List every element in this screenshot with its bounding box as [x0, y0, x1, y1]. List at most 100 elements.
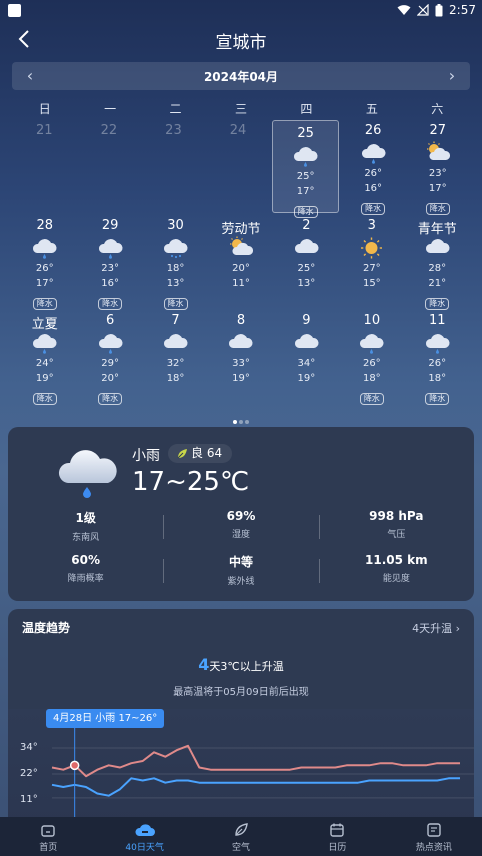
rain-icon	[294, 147, 318, 167]
partly-cloudy-icon	[427, 141, 451, 160]
precipitation-tag: 降水	[425, 393, 450, 405]
stat-value: 中等	[228, 555, 253, 569]
nav-home[interactable]: 首页	[0, 817, 96, 856]
day-label: 30	[167, 218, 184, 233]
stat-value: 1级	[75, 511, 96, 525]
day-high-temp: 29°	[101, 358, 119, 369]
leaf-icon	[177, 448, 187, 458]
month-label: 2024年04月	[203, 70, 279, 84]
calendar-day[interactable]: 6 29° 20° 降水	[77, 308, 142, 405]
calendar-day[interactable]: 11 26° 18° 降水	[405, 308, 470, 405]
trend-more-link[interactable]: 4天升温 ›	[412, 620, 460, 636]
nav-air[interactable]: 空气	[193, 817, 289, 856]
stat-label: 降雨概率	[67, 574, 104, 584]
day-high-temp: 27°	[362, 263, 381, 274]
day-label: 2	[302, 218, 311, 233]
day-label: 青年节	[417, 222, 457, 237]
day-low-temp: 16°	[364, 183, 383, 194]
day-low-temp: 11°	[232, 278, 250, 289]
calendar-day[interactable]: 10 26° 18° 降水	[339, 308, 404, 405]
page-dot	[245, 420, 249, 424]
day-high-temp: 34°	[297, 358, 316, 369]
bottom-nav: 首页 40日天气 空气 日历 热点资讯	[0, 817, 482, 856]
aqi-badge[interactable]: 良 64	[168, 444, 233, 463]
stat-rain-probability: 60% 降雨概率	[8, 553, 163, 597]
day-label: 22	[100, 123, 118, 138]
weekday-label: 一	[104, 102, 117, 116]
summary-text: 天3℃以上升温	[209, 660, 284, 673]
day-low-temp: 13°	[166, 278, 185, 289]
day-high-temp: 26°	[364, 168, 383, 179]
day-high-temp: 20°	[232, 263, 250, 274]
stat-value: 69%	[226, 509, 256, 523]
condition-text: 小雨	[132, 448, 160, 464]
page-dot	[239, 420, 243, 424]
day-high-temp: 25°	[297, 263, 316, 274]
calendar-day[interactable]: 29 23° 16° 降水	[77, 213, 142, 310]
cloudy-icon	[425, 239, 450, 253]
calendar-day[interactable]: 8 33° 19°	[208, 308, 273, 403]
day-low-temp: 19°	[35, 373, 54, 384]
nav-40day[interactable]: 40日天气	[96, 817, 192, 856]
stat-label: 湿度	[231, 530, 250, 540]
status-bar: 2:57	[0, 0, 482, 22]
temp-range: 17~25℃	[132, 467, 250, 497]
day-label: 劳动节	[221, 222, 261, 237]
battery-icon	[435, 3, 443, 16]
page-title: 宣城市	[215, 33, 267, 53]
calendar-day[interactable]: 30 18° 13° 降水	[143, 213, 208, 310]
today-weather-card[interactable]: 小雨 良 64 17~25℃ 1级 东南风 69% 湿度 998 hPa 气压 …	[8, 427, 474, 601]
calendar-day[interactable]: 21	[12, 118, 77, 213]
day-label: 7	[171, 313, 180, 328]
stat-humidity: 69% 湿度	[163, 509, 318, 553]
heavy-rain-icon	[164, 239, 188, 259]
nav-label: 空气	[232, 843, 251, 853]
weekday-label: 六	[431, 102, 444, 116]
next-month-button[interactable]: ›	[442, 66, 462, 86]
calendar-day[interactable]: 劳动节 20° 11°	[208, 213, 273, 308]
calendar-day[interactable]: 2 25° 13°	[274, 213, 339, 308]
nav-calendar[interactable]: 日历	[289, 817, 385, 856]
stat-label: 紫外线	[227, 577, 255, 587]
calendar-day[interactable]: 28 26° 17° 降水	[12, 213, 77, 310]
calendar-day[interactable]: 26 26° 16° 降水	[341, 118, 406, 215]
partly-cloudy-icon	[230, 236, 254, 255]
weekday-header: 日 一 二 三 四 五 六	[12, 100, 470, 117]
day-label: 立夏	[31, 317, 58, 332]
calendar-day[interactable]: 22	[77, 118, 142, 213]
weekday-label: 五	[365, 102, 378, 116]
notification-icon	[8, 4, 21, 17]
rain-icon	[98, 334, 123, 354]
calendar-grid: 21 22 23 24 25 25° 17° 降水 26 26° 16° 降水 27 23° 17° 降水 28…	[12, 118, 470, 405]
day-low-temp: 18°	[166, 373, 185, 384]
low-temp-line	[51, 777, 460, 797]
calendar-day[interactable]: 青年节 28° 21° 降水	[405, 213, 470, 310]
cloudy-icon	[294, 239, 319, 253]
calendar-day[interactable]: 3 27° 15°	[339, 213, 404, 308]
weekday-label: 三	[234, 102, 247, 116]
cloud-icon	[135, 824, 155, 836]
calendar-day[interactable]: 7 32° 18°	[143, 308, 208, 403]
day-high-temp: 26°	[35, 263, 54, 274]
rain-icon	[33, 334, 57, 354]
day-low-temp: 17°	[35, 278, 54, 289]
trend-title: 温度趋势	[22, 621, 71, 635]
nav-news[interactable]: 热点资讯	[386, 817, 482, 856]
calendar-day-selected[interactable]: 25 25° 17° 降水	[272, 120, 339, 218]
calendar-day[interactable]: 27 23° 17° 降水	[405, 118, 470, 215]
cloudy-icon	[294, 334, 319, 348]
stat-value: 60%	[71, 553, 101, 567]
day-high-temp: 23°	[101, 263, 119, 274]
day-label: 26	[364, 123, 382, 138]
day-high-temp: 33°	[232, 358, 250, 369]
nav-label: 首页	[39, 843, 58, 853]
rain-icon	[360, 334, 384, 354]
day-high-temp: 18°	[166, 263, 185, 274]
calendar-day[interactable]: 立夏 24° 19° 降水	[12, 308, 77, 405]
day-label: 29	[101, 218, 119, 233]
calendar-day[interactable]: 9 34° 19°	[274, 308, 339, 403]
cloudy-icon	[229, 334, 253, 348]
no-signal-icon	[417, 4, 429, 16]
calendar-day[interactable]: 23	[141, 118, 206, 213]
calendar-day[interactable]: 24	[206, 118, 271, 213]
